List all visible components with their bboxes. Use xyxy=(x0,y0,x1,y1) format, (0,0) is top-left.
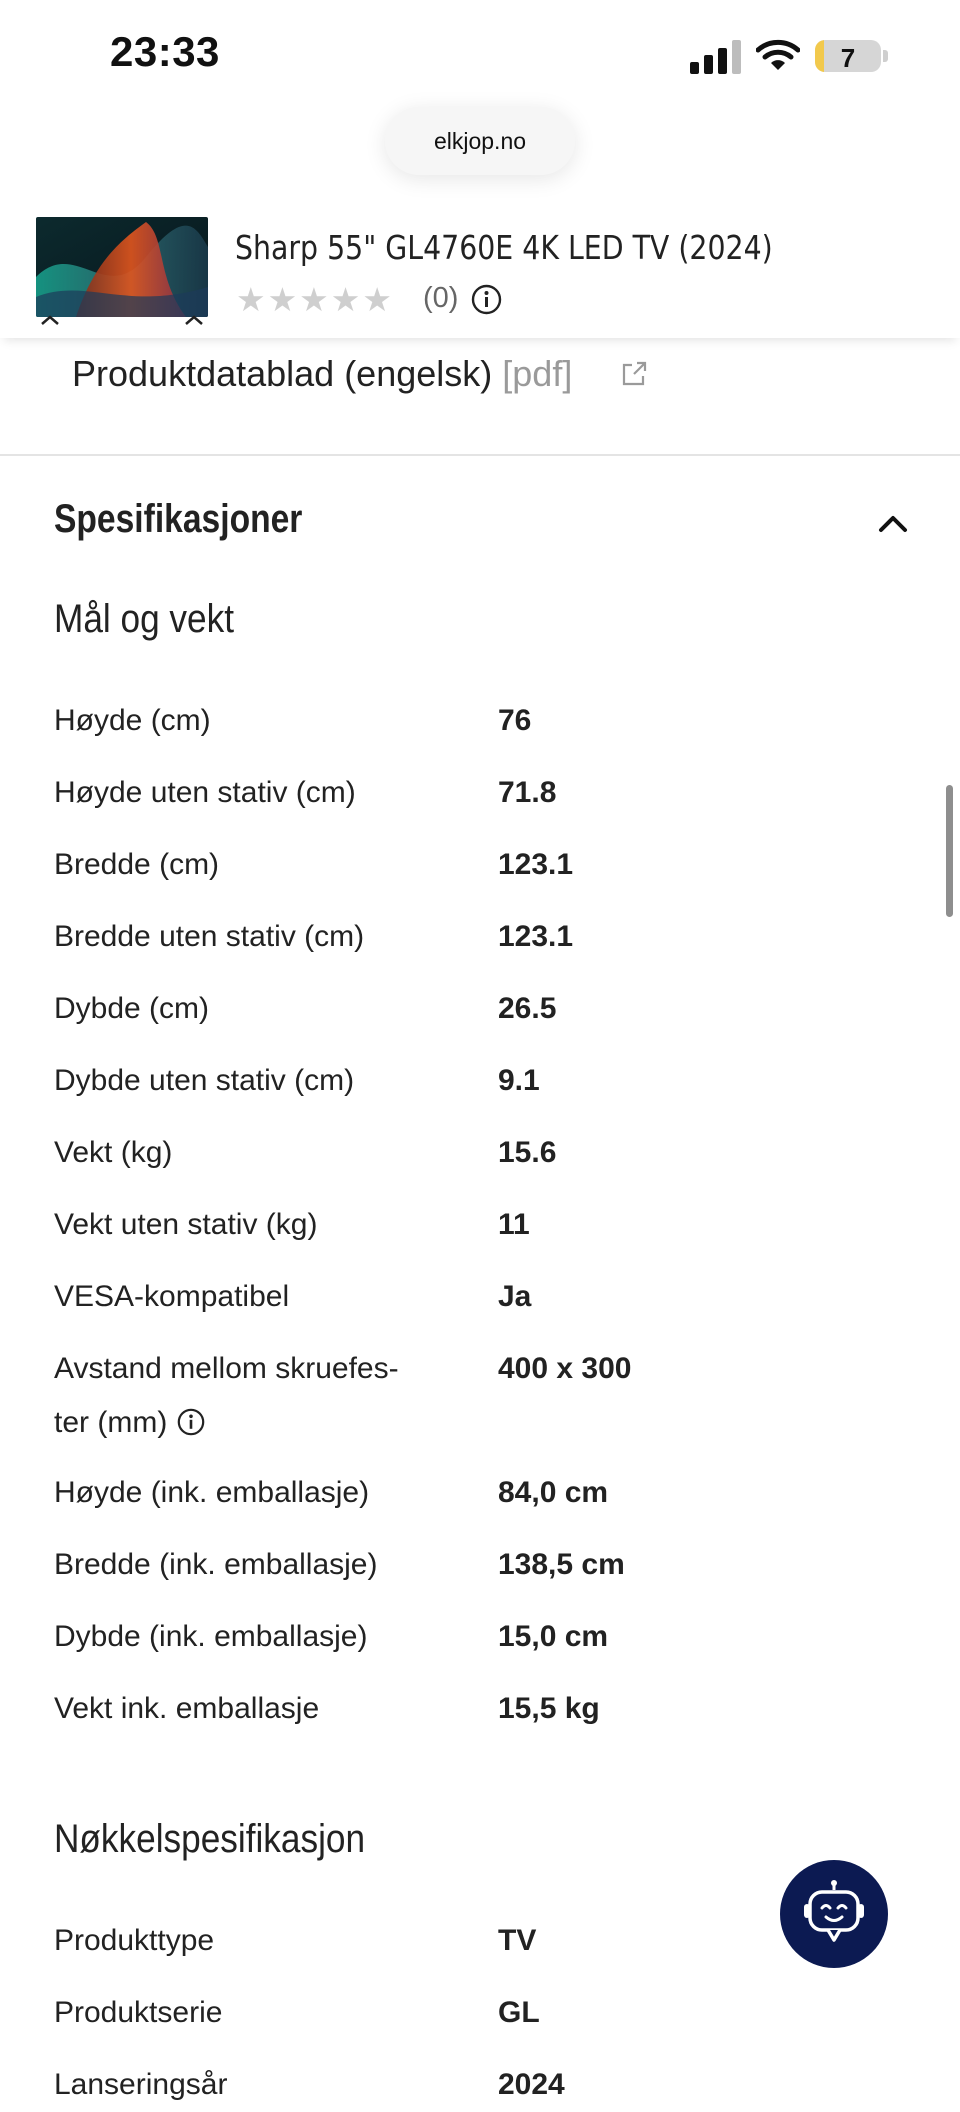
spec-value: 123.1 xyxy=(498,920,574,953)
spec-label: Bredde uten stativ (cm) xyxy=(54,920,365,953)
cellular-signal-icon xyxy=(690,40,741,74)
chat-bot-icon xyxy=(804,1880,864,1942)
spec-label: VESA-kompatibel xyxy=(54,1280,290,1313)
spec-value: 138,5 cm xyxy=(498,1548,625,1581)
spec-label: Vekt ink. emballasje xyxy=(54,1692,320,1725)
spec-value: 15.6 xyxy=(498,1136,557,1169)
info-icon[interactable] xyxy=(177,1408,205,1436)
spec-label-multiline: Avstand mellom skruefes- ter (mm) xyxy=(54,1342,444,1450)
spec-label: Lanseringsår xyxy=(54,2068,228,2101)
battery-level: 7 xyxy=(840,43,856,72)
rating-count: (0) xyxy=(423,282,459,314)
spec-value: 15,5 kg xyxy=(498,1692,600,1725)
spec-value: 26.5 xyxy=(498,992,557,1025)
spec-value: 71.8 xyxy=(498,776,557,809)
group-title-key-specs: Nøkkelspesifikasjon xyxy=(54,1817,366,1861)
spec-value: 400 x 300 xyxy=(498,1352,632,1385)
status-time: 23:33 xyxy=(110,28,220,75)
battery-icon: 7 xyxy=(815,40,881,72)
spec-label: Dybde (cm) xyxy=(54,992,210,1025)
address-bar-url: elkjop.no xyxy=(433,127,527,154)
specifications-heading[interactable]: Spesifikasjoner xyxy=(54,497,302,542)
spec-value: GL xyxy=(498,1996,540,2029)
spec-value: 2024 xyxy=(498,2068,565,2101)
battery-tip xyxy=(883,50,888,62)
wifi-icon xyxy=(756,39,800,70)
spec-label: Høyde (ink. emballasje) xyxy=(54,1476,370,1509)
tv-image xyxy=(36,217,208,317)
spec-label: Bredde (ink. emballasje) xyxy=(54,1548,378,1581)
section-divider xyxy=(0,454,960,456)
spec-label: Produkttype xyxy=(54,1924,215,1957)
chevron-up-icon[interactable] xyxy=(878,512,908,534)
spec-value: 76 xyxy=(498,704,532,737)
spec-label: Produktserie xyxy=(54,1996,223,2029)
tv-stand-feet xyxy=(41,315,203,325)
spec-label: Vekt uten stativ (kg) xyxy=(54,1208,318,1241)
spec-value: Ja xyxy=(498,1280,532,1313)
spec-label-line1: Avstand mellom skruefes- xyxy=(54,1352,399,1385)
scrollbar-thumb[interactable] xyxy=(946,785,953,917)
product-thumbnail[interactable] xyxy=(36,217,208,317)
sticky-product-header: Sharp 55" GL4760E 4K LED TV (2024) ★★★★★… xyxy=(0,200,960,338)
chat-assistant-button[interactable] xyxy=(780,1860,888,1968)
spec-value: 9.1 xyxy=(498,1064,540,1097)
spec-value: 15,0 cm xyxy=(498,1620,609,1653)
info-icon[interactable] xyxy=(471,284,502,315)
spec-value: 11 xyxy=(498,1208,530,1241)
spec-label: Høyde (cm) xyxy=(54,704,211,737)
spec-label: Høyde uten stativ (cm) xyxy=(54,776,356,809)
rating-stars[interactable]: ★★★★★ xyxy=(236,280,394,319)
spec-label-line2: ter (mm) xyxy=(54,1396,444,1450)
spec-label: Vekt (kg) xyxy=(54,1136,173,1169)
group-title-dimensions: Mål og vekt xyxy=(54,597,234,641)
spec-value: 123.1 xyxy=(498,848,574,881)
address-bar[interactable]: elkjop.no xyxy=(385,107,575,175)
datasheet-link[interactable]: Produktdatablad (engelsk) [pdf] xyxy=(72,353,572,395)
spec-label: Dybde uten stativ (cm) xyxy=(54,1064,355,1097)
datasheet-format: [pdf] xyxy=(502,353,573,394)
datasheet-label: Produktdatablad (engelsk) xyxy=(72,353,493,394)
spec-value: TV xyxy=(498,1924,537,1957)
spec-label: Dybde (ink. emballasje) xyxy=(54,1620,368,1653)
external-link-icon[interactable] xyxy=(620,360,648,388)
spec-value: 84,0 cm xyxy=(498,1476,609,1509)
spec-label: Bredde (cm) xyxy=(54,848,220,881)
product-title: Sharp 55" GL4760E 4K LED TV (2024) xyxy=(235,228,773,267)
